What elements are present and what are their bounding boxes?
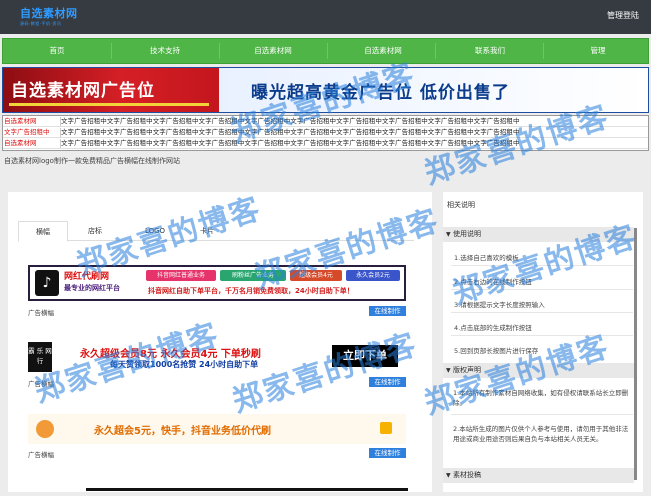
text-ad-row[interactable]: 自选素材网 文字广告招租中文字广告招租中文字广告招租中文字广告招租中文字广告招租中… [3, 117, 648, 127]
section-copyright-header[interactable]: ▼ 版权声明 [443, 363, 634, 378]
copyright-note: 1.本站所有制作素材自网络收集，如有侵权请联系站长立即删除。 [453, 389, 629, 407]
make-online-button[interactable]: 在线制作 [369, 306, 406, 316]
usage-step: 3.请根据提示文字长度按照输入 [454, 301, 545, 309]
make-online-button[interactable]: 在线制作 [369, 448, 406, 458]
tab-banner[interactable]: 横幅 [18, 221, 68, 242]
template-caption: 广告横幅 [28, 451, 54, 459]
preview-pill: 刷粉丝广告业务 [220, 270, 286, 281]
tab-card[interactable]: 卡片 [182, 221, 232, 241]
section-title: 素材投稿 [453, 471, 481, 479]
nav-item-admin[interactable]: 管理 [558, 39, 638, 63]
template-tabs: 横幅 店标 LOGO 卡片 [18, 221, 414, 242]
template-caption: 广告横幅 [28, 309, 54, 317]
preview-text: 永久超会5元，快手，抖音业务低价代刷 [94, 426, 271, 437]
make-online-button[interactable]: 在线制作 [369, 377, 406, 387]
text-ad-first-cell[interactable]: 文字广告招租中 [3, 128, 61, 137]
template-item: 霸 乐 网 行 永久超级会员8元 永久会员4元 下单秒刷 每天赞领取1000名抢… [28, 341, 406, 388]
chevron-down-icon: ▼ [446, 231, 451, 238]
text-ad-cells[interactable]: 文字广告招租中文字广告招租中文字广告招租中文字广告招租中文字广告招租中文字广告招… [61, 117, 520, 126]
usage-step: 1.选择自己喜欢的模板 [454, 254, 519, 262]
banner-left-panel: 自选素材网广告位 [3, 68, 219, 112]
template-caption: 广告横幅 [28, 380, 54, 388]
preview-pill: 超级会员4元 [290, 270, 342, 281]
section-title: 使用说明 [453, 230, 481, 238]
copyright-note: 2.本站所生成的图片仅供个人参考与使用，请勿用于其他非法用途或商业用途否则后果自… [453, 425, 629, 443]
banner-left-text: 自选素材网广告位 [11, 81, 155, 101]
sidebar-title: 相关说明 [447, 201, 475, 209]
preview-pill: 永久会员2元 [346, 270, 400, 281]
logo-sub-text: 源码·教程·手机·资讯 [20, 21, 62, 26]
tiktok-icon: ♪ [35, 270, 59, 296]
nav-item-site-1[interactable]: 自选素材网 [233, 39, 313, 63]
nav-divider [327, 43, 328, 59]
preview-slogan: 抖音网红自助下单平台，千万名月销免费领取，24小时自助下单！ [148, 287, 354, 295]
main-nav: 首页 技术支持 自选素材网 自选素材网 联系我们 管理 [2, 38, 649, 64]
preview-subtitle: 最专业的网红平台 [64, 284, 120, 292]
chevron-down-icon: ▼ [446, 472, 451, 479]
banner-stripe [9, 103, 209, 106]
nav-item-site-2[interactable]: 自选素材网 [343, 39, 423, 63]
section-usage-header[interactable]: ▼ 使用说明 [443, 227, 634, 242]
preview-cta: 立即下单 [332, 345, 398, 367]
site-logo[interactable]: 自选素材网 源码·教程·手机·资讯 [20, 5, 82, 27]
text-ad-row[interactable]: 文字广告招租中 文字广告招租中文字广告招租中文字广告招租中文字广告招租中文字广告招… [3, 128, 648, 138]
template-preview[interactable]: 永久超会5元，快手，抖音业务低价代刷 [28, 414, 406, 444]
top-bar: 自选素材网 源码·教程·手机·资讯 管理登陆 [0, 0, 651, 34]
text-ad-row[interactable]: 自选素材网 文字广告招租中文字广告招租中文字广告招租中文字广告招租中文字广告招租中… [3, 139, 648, 149]
preview-pill: 抖音网红普通业务 [146, 270, 216, 281]
usage-step: 2.点击右边的在线制作按钮 [454, 278, 532, 286]
usage-step: 4.点击底部的生成制作按钮 [454, 324, 532, 332]
thumbs-up-icon [380, 422, 392, 434]
banner-right-text: 曝光超高黄金广告位 低价出售了 [251, 83, 510, 103]
tab-shop-logo[interactable]: 店标 [70, 221, 120, 241]
section-title: 版权声明 [453, 366, 481, 374]
template-preview[interactable]: ♪ 网红代刷网 最专业的网红平台 抖音网红普通业务 刷粉丝广告业务 超级会员4元… [28, 265, 406, 301]
text-ad-first-cell[interactable]: 自选素材网 [3, 117, 61, 126]
nav-item-home[interactable]: 首页 [17, 39, 97, 63]
template-preview[interactable]: 霸 乐 网 行 永久超级会员8元 永久会员4元 下单秒刷 每天赞领取1000名抢… [28, 341, 406, 373]
nav-divider [543, 43, 544, 59]
next-preview-edge [86, 488, 408, 491]
usage-step: 5.回到页部长按图片进行保存 [454, 347, 539, 355]
preview-line-2: 每天赞领取1000名抢赞 24小时自助下单 [110, 360, 259, 369]
preview-logo: 霸 乐 网 行 [28, 342, 52, 372]
preview-line-1: 永久超级会员8元 永久会员4元 下单秒刷 [80, 349, 261, 360]
text-ad-cells[interactable]: 文字广告招租中文字广告招租中文字广告招租中文字广告招租中文字广告招租中文字广告招… [61, 128, 520, 137]
logo-main-text: 自选素材网 [20, 7, 78, 20]
divider [451, 289, 633, 290]
preview-logo-icon [36, 420, 54, 438]
tab-logo[interactable]: LOGO [130, 221, 180, 241]
text-ad-cells[interactable]: 文字广告招租中文字广告招租中文字广告招租中文字广告招租中文字广告招租中文字广告招… [61, 139, 520, 148]
template-item: 永久超会5元，快手，抖音业务低价代刷 广告横幅 在线制作 [28, 414, 406, 460]
divider [451, 312, 633, 313]
nav-divider [435, 43, 436, 59]
nav-divider [111, 43, 112, 59]
divider [451, 265, 633, 266]
sidebar-scrollbar[interactable] [634, 228, 637, 480]
divider [451, 335, 633, 336]
nav-item-contact[interactable]: 联系我们 [450, 39, 530, 63]
text-ad-grid: 自选素材网 文字广告招租中文字广告招租中文字广告招租中文字广告招租中文字广告招租中… [2, 115, 649, 151]
section-submit-header[interactable]: ▼ 素材投稿 [443, 468, 634, 483]
divider [451, 414, 633, 415]
nav-item-support[interactable]: 技术支持 [125, 39, 205, 63]
site-tagline: 自选素材网logo制作一款免费精品广告横幅在线制作网站 [4, 157, 180, 165]
admin-login-link[interactable]: 管理登陆 [607, 10, 639, 21]
chevron-down-icon: ▼ [446, 367, 451, 374]
text-ad-first-cell[interactable]: 自选素材网 [3, 139, 61, 148]
template-item: ♪ 网红代刷网 最专业的网红平台 抖音网红普通业务 刷粉丝广告业务 超级会员4元… [28, 265, 406, 317]
nav-divider [219, 43, 220, 59]
top-banner-ad[interactable]: 自选素材网广告位 曝光超高黄金广告位 低价出售了 [2, 67, 649, 113]
preview-title: 网红代刷网 [64, 272, 110, 282]
banner-right-panel: 曝光超高黄金广告位 低价出售了 [219, 68, 648, 112]
info-sidebar: 相关说明 ▼ 使用说明 1.选择自己喜欢的模板 2.点击右边的在线制作按钮 3.… [443, 192, 643, 492]
